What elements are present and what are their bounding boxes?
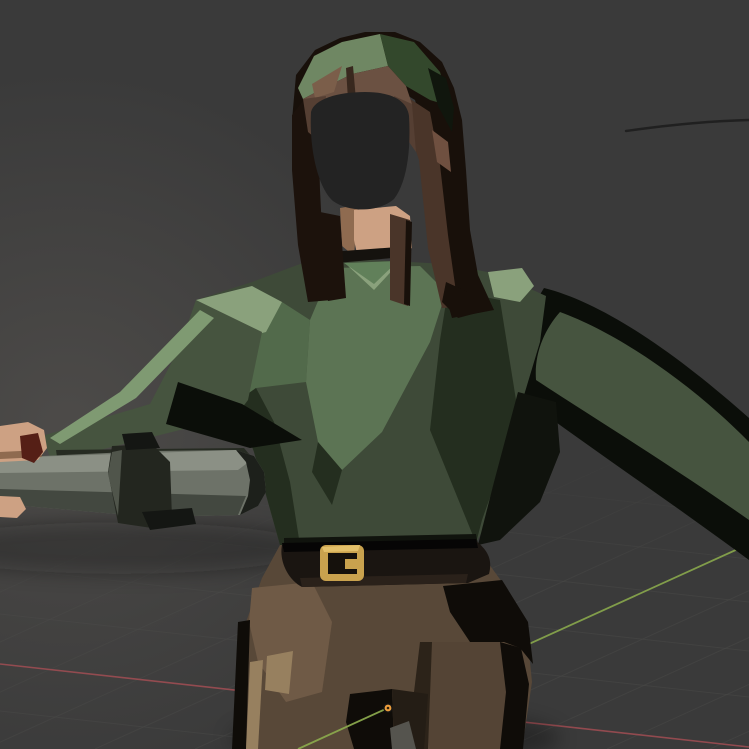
- object-origin-marker[interactable]: [383, 703, 393, 713]
- buckle-tab: [345, 559, 357, 569]
- scene-canvas[interactable]: [0, 0, 749, 749]
- origin-center: [387, 707, 390, 710]
- left-knee-accent: [265, 651, 293, 694]
- crotch-shadow: [346, 689, 394, 749]
- viewport-3d[interactable]: [0, 0, 749, 749]
